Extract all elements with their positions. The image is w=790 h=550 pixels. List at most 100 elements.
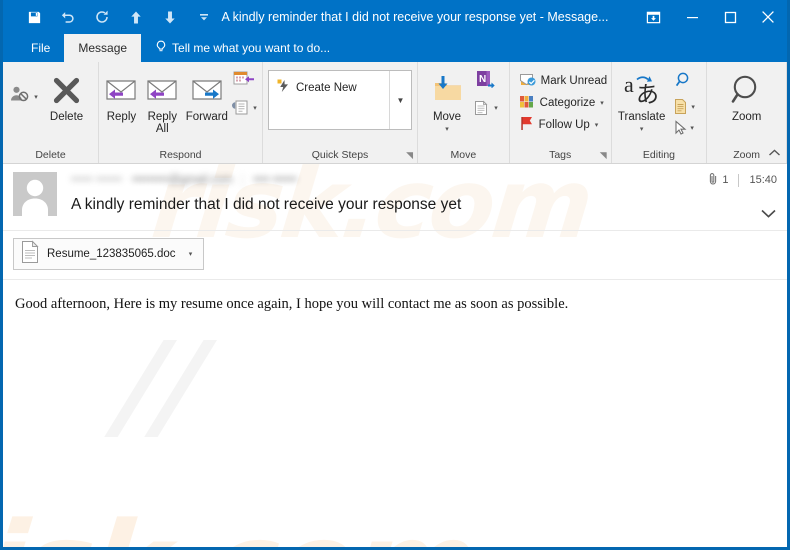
attachment-filename: Resume_123835065.doc [47, 248, 176, 260]
mark-unread-icon [519, 72, 536, 90]
tab-file[interactable]: File [17, 34, 64, 62]
follow-up-button[interactable]: Follow Up ▾ [516, 114, 602, 136]
ribbon-tab-strip: File Message Tell me what you want to do… [3, 34, 787, 62]
minimize-icon[interactable] [673, 0, 711, 34]
zoom-button[interactable]: Zoom [719, 68, 775, 123]
sender-name: ••••• •••••• [71, 174, 123, 186]
quick-step-create-new[interactable]: Create New [273, 77, 385, 98]
doc-file-icon [20, 239, 40, 269]
quick-steps-more-icon[interactable]: ▼ [389, 71, 411, 129]
ignore-button[interactable]: ▾ [8, 68, 40, 109]
calendar-reply-icon[interactable] [233, 70, 255, 93]
tell-me-search[interactable]: Tell me what you want to do... [141, 34, 340, 62]
ribbon: risk.com ▾ Delete Delete Reply Reply All… [3, 62, 787, 260]
delete-button[interactable]: Delete [40, 68, 93, 123]
maximize-icon[interactable] [711, 0, 749, 34]
quick-steps-gallery[interactable]: Create New ▼ [268, 70, 412, 130]
title-bar: A kindly reminder that I did not receive… [3, 0, 787, 34]
translate-label: Translate [617, 111, 666, 123]
ribbon-group-label-quick-steps: Quick Steps ◥ [311, 148, 413, 161]
categorize-caret-icon[interactable]: ▾ [600, 99, 604, 107]
close-icon[interactable] [749, 0, 787, 34]
actions-page-icon[interactable]: ▾ [472, 99, 498, 117]
delete-x-icon [50, 70, 83, 110]
message-time: 15:40 [749, 174, 777, 186]
forward-envelope-icon [189, 70, 225, 110]
follow-up-flag-icon [519, 116, 534, 134]
ribbon-group-tags: Mark Unread Categorize ▾ Follow Up ▾ Tag… [510, 62, 612, 163]
reply-all-label: Reply All [147, 111, 177, 135]
follow-up-label: Follow Up [538, 119, 590, 131]
message-body-area: Good afternoon, Here is my resume once a… [3, 280, 787, 543]
save-icon[interactable] [17, 4, 51, 30]
reply-button[interactable]: Reply [101, 68, 142, 123]
ribbon-group-label-delete: Delete [35, 148, 66, 161]
attachment-caret-icon[interactable]: ▾ [183, 250, 199, 258]
attachment-chip[interactable]: Resume_123835065.doc ▾ [13, 238, 204, 270]
move-label: Move [432, 111, 462, 123]
forward-button[interactable]: Forward [183, 68, 231, 123]
svg-text:a: a [624, 73, 634, 97]
move-button[interactable]: Move ▾ [424, 68, 470, 133]
ribbon-group-label-editing: Editing [642, 148, 676, 161]
arrow-down-icon[interactable] [153, 4, 187, 30]
message-body-text: Good afternoon, Here is my resume once a… [15, 296, 569, 312]
window-controls [633, 0, 787, 34]
recipient-name: •••• •••••• [253, 174, 297, 186]
ribbon-group-move: Move ▾ N ▾ Move [418, 62, 510, 163]
magnifier-small-icon[interactable] [675, 71, 693, 93]
onenote-icon[interactable]: N [475, 70, 495, 93]
mark-unread-label: Mark Unread [540, 75, 608, 87]
mark-unread-button[interactable]: Mark Unread [516, 70, 610, 92]
sender-address: •••••••••@gmail.com [132, 174, 233, 186]
move-caret-icon[interactable]: ▾ [445, 125, 449, 133]
follow-up-caret-icon[interactable]: ▾ [595, 121, 599, 129]
arrow-up-icon[interactable] [119, 4, 153, 30]
attachment-count: 1 [708, 172, 728, 188]
quick-steps-dialog-launcher-icon[interactable]: ◥ [406, 150, 413, 161]
reply-all-envelope-icon [144, 70, 180, 110]
reply-label: Reply [106, 111, 137, 123]
svg-text:N: N [479, 74, 486, 85]
tell-me-label: Tell me what you want to do... [172, 41, 331, 55]
collapse-ribbon-icon[interactable] [768, 148, 781, 161]
attachment-bar: Resume_123835065.doc ▾ [3, 231, 787, 280]
message-header-middle: ••••• •••••• •••••••••@gmail.com •••• ••… [71, 172, 657, 224]
reply-all-button[interactable]: Reply All [142, 68, 183, 135]
attachment-count-value: 1 [722, 174, 729, 186]
translate-icon: a あ [622, 70, 662, 110]
categorize-button[interactable]: Categorize ▾ [516, 92, 607, 114]
paperclip-icon [708, 172, 719, 188]
undo-icon[interactable] [51, 4, 85, 30]
categorize-label: Categorize [539, 97, 596, 109]
tags-dialog-launcher-icon[interactable]: ◥ [600, 150, 607, 161]
reply-envelope-icon [103, 70, 139, 110]
message-header: ••••• •••••• •••••••••@gmail.com •••• ••… [3, 164, 787, 231]
forward-label: Forward [185, 111, 228, 123]
more-respond-icon[interactable]: ▾ [231, 99, 257, 116]
message-header-right: 1 15:40 [657, 172, 777, 224]
ribbon-group-label-respond: Respond [159, 148, 202, 161]
outlook-message-window: A kindly reminder that I did not receive… [0, 0, 790, 550]
ignore-caret-icon[interactable]: ▾ [34, 93, 38, 101]
header-right-divider [738, 173, 740, 187]
ribbon-display-options-icon[interactable] [633, 0, 673, 34]
ribbon-group-delete: ▾ Delete Delete [3, 62, 99, 163]
zoom-label: Zoom [731, 111, 762, 123]
ribbon-group-respond: Reply Reply All Forward ▾ Respond [99, 62, 263, 163]
message-subject: A kindly reminder that I did not receive… [71, 196, 462, 213]
translate-button[interactable]: a あ Translate ▾ [616, 68, 668, 133]
message-content: // risk.com ••••• •••••• •••••••••@gmail… [3, 164, 787, 547]
redo-icon[interactable] [85, 4, 119, 30]
related-page-icon[interactable]: ▾ [672, 98, 695, 115]
ribbon-group-quick-steps: Create New ▼ Quick Steps ◥ [263, 62, 418, 163]
select-cursor-icon[interactable]: ▾ [673, 120, 694, 136]
header-divider [242, 173, 244, 187]
translate-caret-icon[interactable]: ▾ [640, 125, 644, 133]
zoom-magnifier-icon [730, 70, 764, 110]
svg-text:あ: あ [636, 82, 659, 107]
expand-header-chevron-icon[interactable] [760, 206, 777, 224]
quick-access-toolbar [3, 4, 221, 30]
tab-message[interactable]: Message [64, 34, 142, 62]
chevron-down-icon[interactable] [187, 4, 221, 30]
